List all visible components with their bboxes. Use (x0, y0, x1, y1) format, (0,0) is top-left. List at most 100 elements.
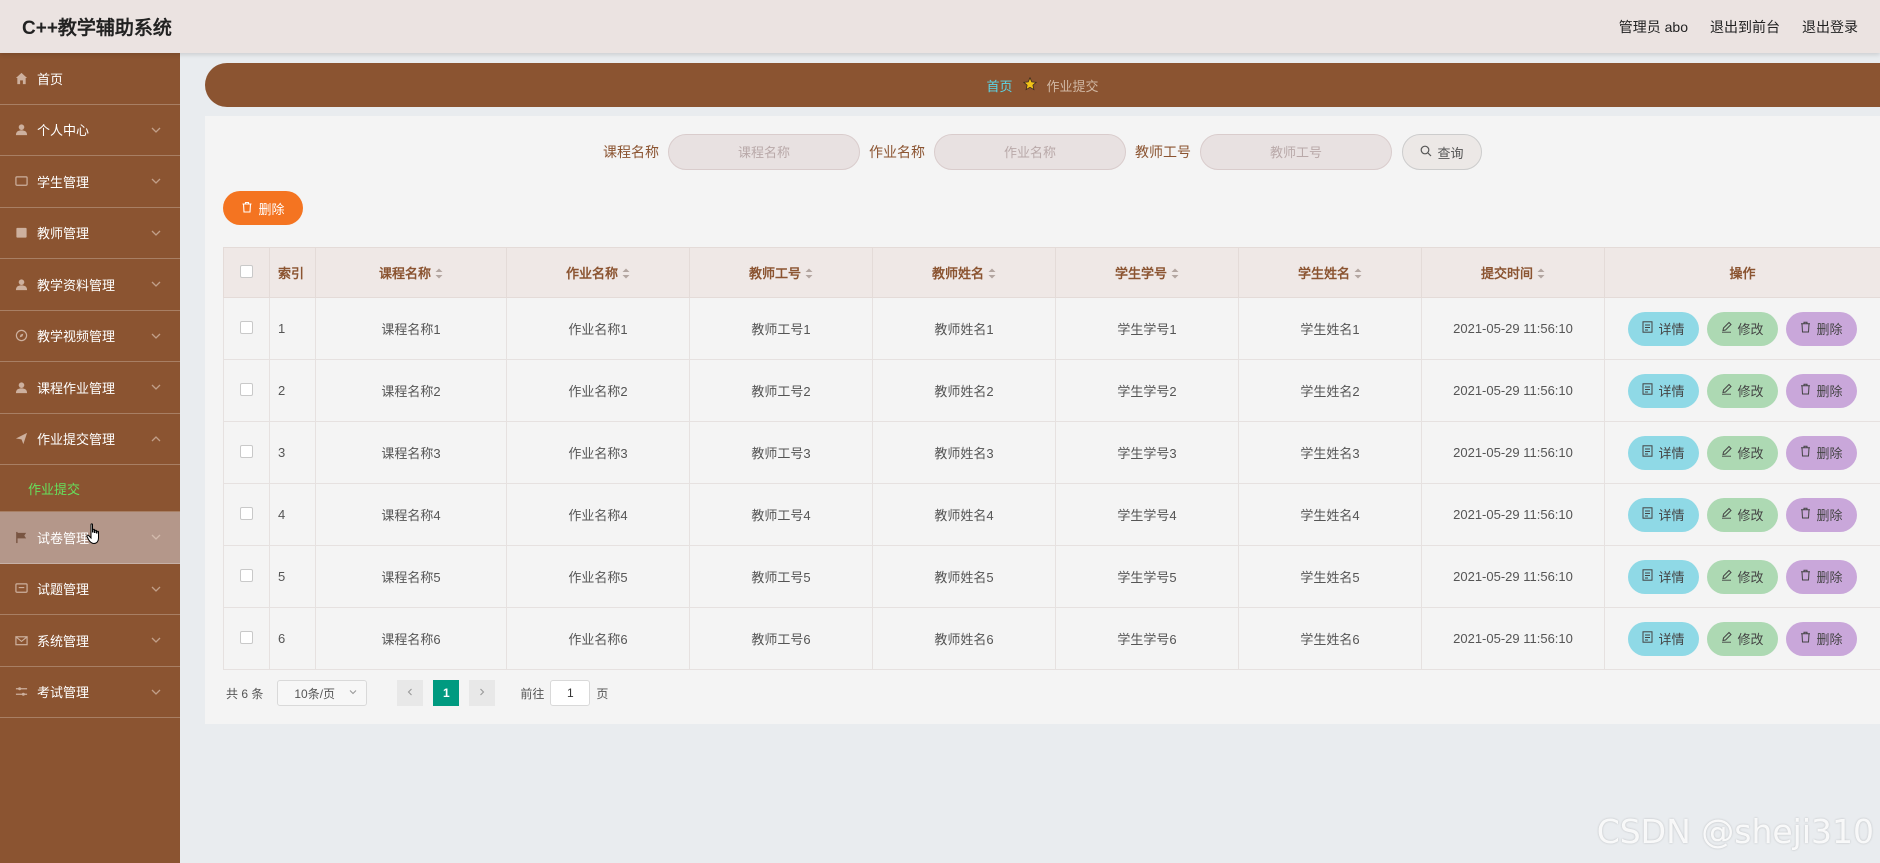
select-all-checkbox[interactable] (240, 264, 253, 278)
goto-page-input[interactable] (550, 680, 591, 706)
delete-button[interactable]: 删除 (1786, 559, 1857, 594)
cell-student-name: 学生姓名3 (1238, 421, 1422, 484)
sidebar-item-home[interactable]: 首页 (0, 53, 180, 105)
edit-button[interactable]: 修改 (1707, 559, 1778, 594)
sidebar-item-label: 教学资料管理 (37, 277, 116, 293)
sort-icon[interactable] (622, 267, 630, 282)
sidebar-item-label: 作业提交管理 (37, 432, 116, 448)
sidebar-item-questions[interactable]: 试题管理 (0, 564, 180, 615)
teacher-no-input[interactable] (1200, 134, 1392, 170)
sidebar-item-teachers[interactable]: 教师管理 (0, 208, 180, 259)
edit-icon (1721, 321, 1733, 336)
row-actions: 详情 修改 删除 (1605, 311, 1880, 346)
edit-button[interactable]: 修改 (1707, 435, 1778, 470)
next-page-button[interactable] (469, 680, 496, 706)
user-icon (14, 380, 28, 394)
row-checkbox[interactable] (240, 320, 253, 334)
column-header-student-name[interactable]: 学生姓名 (1238, 247, 1422, 298)
delete-button[interactable]: 删除 (1786, 311, 1857, 346)
delete-button[interactable]: 删除 (1786, 435, 1857, 470)
row-select-cell (223, 297, 270, 360)
delete-button[interactable]: 删除 (1786, 373, 1857, 408)
column-header-teacher-name[interactable]: 教师姓名 (872, 247, 1056, 298)
row-checkbox[interactable] (240, 506, 253, 520)
edit-icon (1721, 631, 1733, 646)
delete-button[interactable]: 删除 (1786, 621, 1857, 656)
sidebar-item-materials[interactable]: 教学资料管理 (0, 259, 180, 311)
cell-student-no: 学生学号4 (1055, 483, 1239, 546)
detail-button[interactable]: 详情 (1628, 497, 1699, 532)
user-icon (14, 277, 28, 291)
chevron-down-icon (150, 278, 162, 293)
column-header-student-no[interactable]: 学生学号 (1055, 247, 1239, 298)
sort-icon[interactable] (1171, 267, 1179, 282)
sidebar-item-exams[interactable]: 考试管理 (0, 667, 180, 718)
detail-button[interactable]: 详情 (1628, 373, 1699, 408)
page-number-current[interactable]: 1 (433, 680, 460, 706)
sidebar-item-students[interactable]: 学生管理 (0, 156, 180, 208)
sidebar-item-submission[interactable]: 作业提交管理 (0, 414, 180, 465)
sort-icon[interactable] (805, 267, 813, 282)
edit-icon (1721, 445, 1733, 460)
chevron-left-icon (405, 686, 415, 700)
cell-index: 4 (269, 483, 316, 546)
sidebar-item-homework[interactable]: 课程作业管理 (0, 362, 180, 414)
table-body: 1 课程名称1 作业名称1 教师工号1 教师姓名1 学生学号1 学生姓名1 2021-05-2… (223, 297, 1880, 670)
sidebar-item-personal[interactable]: 个人中心 (0, 105, 180, 156)
detail-button[interactable]: 详情 (1628, 621, 1699, 656)
sidebar-item-videos[interactable]: 教学视频管理 (0, 311, 180, 362)
query-button[interactable]: 查询 (1402, 134, 1482, 170)
star-icon (1022, 76, 1037, 94)
homework-name-input[interactable] (934, 134, 1126, 170)
edit-button[interactable]: 修改 (1707, 621, 1778, 656)
document-icon (1642, 445, 1653, 460)
submenu-item-submission[interactable]: 作业提交 (0, 465, 180, 512)
sort-icon[interactable] (988, 267, 996, 282)
sort-icon[interactable] (1354, 267, 1362, 282)
detail-label: 详情 (1658, 384, 1685, 399)
trash-icon (1800, 445, 1811, 460)
cell-actions: 详情 修改 删除 (1604, 607, 1880, 670)
row-checkbox[interactable] (240, 568, 253, 582)
column-header-teacher-no[interactable]: 教师工号 (689, 247, 873, 298)
row-checkbox[interactable] (240, 382, 253, 396)
breadcrumb-home[interactable]: 首页 (986, 76, 1012, 95)
frontend-link[interactable]: 退出到前台 (1710, 17, 1780, 37)
detail-button[interactable]: 详情 (1628, 435, 1699, 470)
app-title: C++教学辅助系统 (22, 18, 172, 39)
delete-button[interactable]: 删除 (1786, 497, 1857, 532)
chevron-down-icon (150, 686, 162, 701)
course-name-input[interactable] (668, 134, 860, 170)
course-name-label: 课程名称 (603, 144, 659, 160)
prev-page-button[interactable] (397, 680, 424, 706)
chevron-down-icon (150, 124, 162, 139)
top-bar: C++教学辅助系统 管理员 abo 退出到前台 退出登录 (0, 0, 1880, 53)
edit-button[interactable]: 修改 (1707, 373, 1778, 408)
detail-button[interactable]: 详情 (1628, 311, 1699, 346)
column-header-time[interactable]: 提交时间 (1421, 247, 1605, 298)
sidebar-item-label: 教学视频管理 (37, 329, 116, 345)
sidebar-item-system[interactable]: 系统管理 (0, 615, 180, 667)
column-header-course[interactable]: 课程名称 (315, 247, 507, 298)
goto-prefix: 前往 (520, 686, 545, 701)
cell-course: 课程名称4 (315, 483, 507, 546)
sort-icon[interactable] (435, 267, 443, 282)
batch-delete-button[interactable]: 删除 (223, 191, 303, 225)
row-checkbox[interactable] (240, 630, 253, 644)
cell-homework: 作业名称3 (506, 421, 690, 484)
edit-button[interactable]: 修改 (1707, 497, 1778, 532)
row-checkbox[interactable] (240, 444, 253, 458)
cell-index: 5 (269, 545, 316, 608)
homework-name-label: 作业名称 (869, 144, 925, 160)
batch-delete-label: 删除 (258, 201, 285, 217)
document-icon (1642, 383, 1653, 398)
detail-button[interactable]: 详情 (1628, 559, 1699, 594)
sort-icon[interactable] (1537, 267, 1545, 282)
column-header-homework[interactable]: 作业名称 (506, 247, 690, 298)
logout-link[interactable]: 退出登录 (1802, 17, 1858, 37)
edit-button[interactable]: 修改 (1707, 311, 1778, 346)
page-size-value: 10条/页 (294, 686, 336, 701)
edit-icon (1721, 569, 1733, 584)
table-row: 5 课程名称5 作业名称5 教师工号5 教师姓名5 学生学号5 学生姓名5 2021-05-2… (223, 545, 1880, 608)
page-size-select[interactable]: 10条/页 (277, 680, 368, 706)
